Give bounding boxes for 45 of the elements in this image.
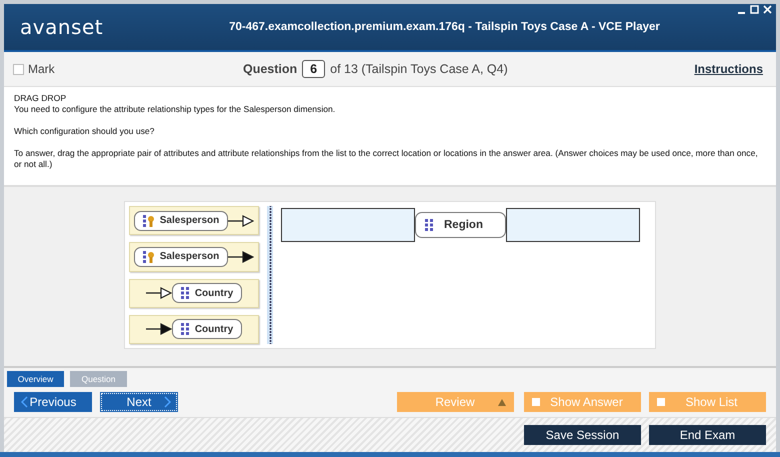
question-label: Question [243, 62, 298, 76]
relationship-arrow-icon [228, 250, 254, 263]
drop-target[interactable] [281, 208, 415, 242]
instructions-link[interactable]: Instructions [694, 62, 763, 76]
maximize-icon[interactable] [750, 5, 759, 14]
attribute-icon [180, 286, 190, 300]
next-button[interactable]: Next [100, 392, 178, 412]
question-count: of 13 (Tailspin Toys Case A, Q4) [330, 62, 508, 76]
relationship-arrow-icon [228, 214, 254, 227]
splitter-handle[interactable] [267, 206, 273, 344]
key-attribute-icon [142, 250, 155, 264]
relationship-arrow-icon [146, 323, 172, 336]
question-text: You need to configure the attribute relationship types for the Salesperson dimension. [14, 104, 336, 115]
answer-choice[interactable]: Salesperson [129, 206, 259, 236]
question-number-field[interactable]: 6 [302, 60, 326, 78]
chevron-right-icon [164, 396, 171, 408]
mark-checkbox[interactable] [13, 64, 24, 74]
drop-target[interactable] [506, 208, 640, 242]
previous-button[interactable]: Previous [14, 392, 92, 412]
view-tab[interactable]: Overview [7, 371, 64, 387]
window-title: 70-467.examcollection.premium.exam.176q - Tailspin Toys Case A - VCE Player [229, 21, 660, 33]
close-icon[interactable] [763, 5, 772, 14]
app-logo: avanset [20, 15, 104, 39]
attribute-label: Region [444, 219, 483, 231]
attribute-label: Country [194, 288, 234, 299]
attribute-label: Salesperson [160, 215, 220, 226]
answer-choice[interactable]: Country [129, 278, 259, 308]
question-text: Which configuration should you use? [14, 126, 156, 137]
attribute-label: Salesperson [160, 251, 220, 262]
key-attribute-icon [142, 214, 155, 228]
attribute-label: Country [194, 324, 234, 335]
relationship-arrow-icon [146, 287, 172, 300]
question-type: DRAG DROP [14, 93, 68, 104]
chevron-left-icon [21, 396, 28, 408]
save-session-button[interactable]: Save Session [524, 425, 641, 445]
attribute-icon [180, 322, 190, 336]
show-answer-checkbox[interactable] [532, 398, 540, 406]
caret-icon [498, 398, 506, 406]
answer-choice[interactable]: Salesperson [129, 242, 259, 272]
answer-choice[interactable]: Country [129, 314, 259, 344]
attribute-icon [424, 218, 434, 232]
show-list-checkbox[interactable] [657, 398, 665, 406]
mark-label: Mark [28, 62, 55, 76]
end-exam-button[interactable]: End Exam [649, 425, 766, 445]
question-text: To answer, drag the appropriate pair of attributes and attribute relationships from the list to the correct location or locations in the answer area. (Answer choices may be used once, more than once, or not all.) [14, 148, 759, 170]
